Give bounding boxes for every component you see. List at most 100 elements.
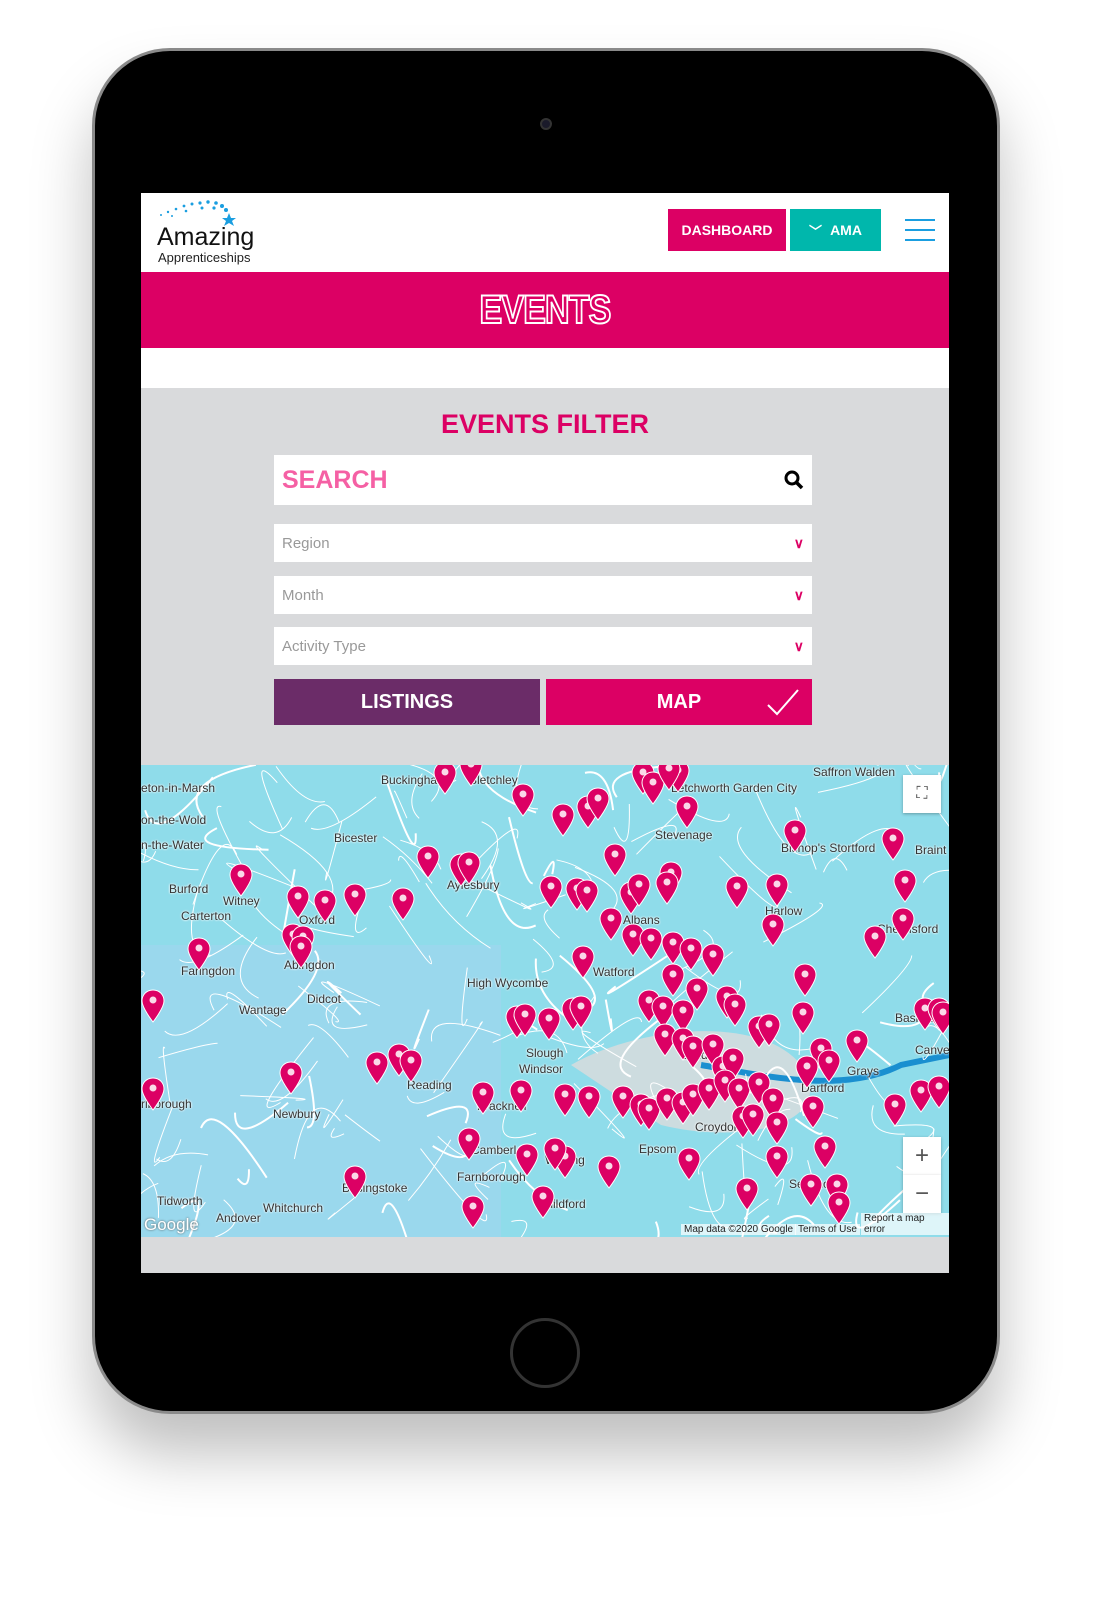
home-button[interactable]: [510, 1318, 580, 1388]
map-pin-icon: [891, 907, 915, 941]
event-map-pin[interactable]: [416, 845, 440, 879]
event-map-pin[interactable]: [639, 927, 663, 961]
event-map-pin[interactable]: [141, 1077, 165, 1111]
event-map-pin[interactable]: [187, 937, 211, 971]
event-map-pin[interactable]: [365, 1051, 389, 1085]
event-map-pin[interactable]: [511, 783, 535, 817]
event-map-pin[interactable]: [757, 1013, 781, 1047]
event-map-pin[interactable]: [461, 1195, 485, 1229]
event-map-pin[interactable]: [551, 803, 575, 837]
event-map-pin[interactable]: [391, 887, 415, 921]
activity-type-select[interactable]: Activity Type ∨: [274, 627, 812, 665]
ama-button[interactable]: ﹀ AMA: [790, 209, 881, 251]
event-map-pin[interactable]: [513, 1003, 537, 1037]
event-map-pin[interactable]: [577, 1085, 601, 1119]
event-map-pin[interactable]: [457, 851, 481, 885]
event-map-pin[interactable]: [817, 1049, 841, 1083]
event-map-pin[interactable]: [931, 1001, 949, 1035]
event-map-pin[interactable]: [657, 765, 681, 791]
map-place-label: Andover: [216, 1211, 261, 1225]
event-map-pin[interactable]: [229, 863, 253, 897]
event-map-pin[interactable]: [537, 1007, 561, 1041]
fullscreen-button[interactable]: ⛶: [903, 775, 941, 813]
event-map-pin[interactable]: [765, 1145, 789, 1179]
event-map-pin[interactable]: [515, 1143, 539, 1177]
event-map-pin[interactable]: [701, 943, 725, 977]
event-map-pin[interactable]: [543, 1137, 567, 1171]
map-place-label: Tidworth: [157, 1194, 203, 1208]
event-map-pin[interactable]: [735, 1177, 759, 1211]
event-map-pin[interactable]: [313, 889, 337, 923]
report-map-error-link[interactable]: Report a map error: [861, 1213, 949, 1235]
event-map-pin[interactable]: [531, 1185, 555, 1219]
event-map-pin[interactable]: [791, 1001, 815, 1035]
event-map-pin[interactable]: [627, 873, 651, 907]
event-map-pin[interactable]: [783, 819, 807, 853]
events-map[interactable]: Buckingham Bletchley Letchworth Garden Cit…: [141, 765, 949, 1237]
month-select[interactable]: Month ∨: [274, 576, 812, 614]
event-map-pin[interactable]: [343, 1165, 367, 1199]
hamburger-icon[interactable]: [905, 219, 935, 241]
event-map-pin[interactable]: [677, 1147, 701, 1181]
map-pin-icon: [391, 887, 415, 921]
event-map-pin[interactable]: [399, 1049, 423, 1083]
map-place-label: Burford: [169, 882, 209, 896]
zoom-out-button[interactable]: −: [903, 1175, 941, 1213]
event-map-pin[interactable]: [761, 913, 785, 947]
event-map-pin[interactable]: [863, 925, 887, 959]
listings-toggle[interactable]: LISTINGS: [274, 679, 540, 725]
event-map-pin[interactable]: [571, 945, 595, 979]
terms-link[interactable]: Terms of Use: [795, 1224, 860, 1235]
event-map-pin[interactable]: [569, 995, 593, 1029]
event-map-pin[interactable]: [793, 963, 817, 997]
event-map-pin[interactable]: [539, 875, 563, 909]
zoom-in-button[interactable]: +: [903, 1137, 941, 1175]
event-map-pin[interactable]: [459, 765, 483, 787]
event-map-pin[interactable]: [433, 765, 457, 795]
event-map-pin[interactable]: [799, 1173, 823, 1207]
event-map-pin[interactable]: [597, 1155, 621, 1189]
map-pin-icon: [883, 1093, 907, 1127]
event-map-pin[interactable]: [795, 1055, 819, 1089]
region-select[interactable]: Region ∨: [274, 524, 812, 562]
map-toggle[interactable]: MAP: [546, 679, 812, 725]
event-map-pin[interactable]: [553, 1083, 577, 1117]
event-map-pin[interactable]: [289, 935, 313, 969]
event-map-pin[interactable]: [891, 907, 915, 941]
event-map-pin[interactable]: [141, 989, 165, 1023]
event-map-pin[interactable]: [741, 1103, 765, 1137]
event-map-pin[interactable]: [883, 1093, 907, 1127]
dashboard-button[interactable]: DASHBOARD: [668, 209, 786, 251]
event-map-pin[interactable]: [725, 875, 749, 909]
event-map-pin[interactable]: [723, 993, 747, 1027]
event-map-pin[interactable]: [509, 1079, 533, 1113]
event-map-pin[interactable]: [286, 885, 310, 919]
event-map-pin[interactable]: [575, 879, 599, 913]
event-map-pin[interactable]: [586, 787, 610, 821]
event-map-pin[interactable]: [927, 1075, 949, 1109]
event-map-pin[interactable]: [279, 1061, 303, 1095]
event-map-pin[interactable]: [655, 871, 679, 905]
search-input[interactable]: SEARCH: [274, 455, 812, 505]
google-logo: Google: [144, 1215, 199, 1234]
event-map-pin[interactable]: [845, 1029, 869, 1063]
event-map-pin[interactable]: [457, 1127, 481, 1161]
logo[interactable]: Amazing Apprenticeships: [156, 197, 276, 267]
event-map-pin[interactable]: [343, 883, 367, 917]
event-map-pin[interactable]: [661, 963, 685, 997]
event-map-pin[interactable]: [893, 869, 917, 903]
event-map-pin[interactable]: [765, 1111, 789, 1145]
event-map-pin[interactable]: [881, 827, 905, 861]
event-map-pin[interactable]: [813, 1135, 837, 1169]
event-map-pin[interactable]: [801, 1095, 825, 1129]
map-pin-icon: [657, 765, 681, 791]
map-place-label: Carterton: [181, 909, 232, 923]
event-map-pin[interactable]: [765, 873, 789, 907]
event-map-pin[interactable]: [827, 1191, 851, 1225]
search-icon[interactable]: [784, 470, 804, 490]
event-map-pin[interactable]: [471, 1081, 495, 1115]
map-pin-icon: [813, 1135, 837, 1169]
event-map-pin[interactable]: [599, 907, 623, 941]
event-map-pin[interactable]: [675, 795, 699, 829]
event-map-pin[interactable]: [603, 843, 627, 877]
